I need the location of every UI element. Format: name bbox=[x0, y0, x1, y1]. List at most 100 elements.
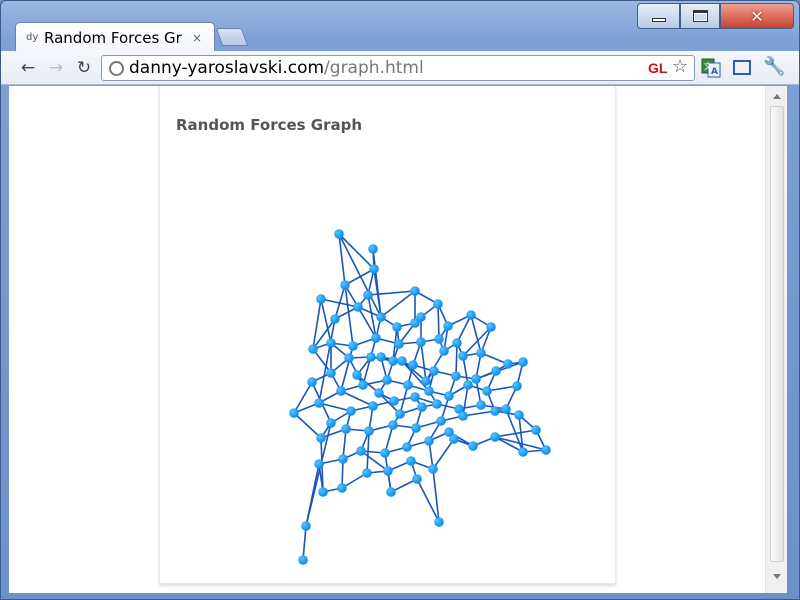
graph-node[interactable] bbox=[443, 321, 453, 331]
reload-icon[interactable]: ↻ bbox=[73, 57, 95, 79]
graph-node[interactable] bbox=[394, 339, 404, 349]
graph-node[interactable] bbox=[314, 398, 324, 408]
graph-node[interactable] bbox=[388, 420, 398, 430]
graph-node[interactable] bbox=[436, 416, 446, 426]
vertical-scrollbar[interactable] bbox=[765, 86, 787, 593]
graph-node[interactable] bbox=[326, 338, 336, 348]
graph-node[interactable] bbox=[336, 386, 346, 396]
graph-node[interactable] bbox=[341, 424, 351, 434]
graph-node[interactable] bbox=[368, 244, 378, 254]
graph-node[interactable] bbox=[364, 426, 374, 436]
graph-node[interactable] bbox=[452, 338, 462, 348]
graph-node[interactable] bbox=[518, 447, 528, 457]
graph-node[interactable] bbox=[346, 406, 356, 416]
graph-node[interactable] bbox=[362, 468, 372, 478]
graph-node[interactable] bbox=[490, 406, 500, 416]
graph-node[interactable] bbox=[330, 314, 340, 324]
graph-node[interactable] bbox=[451, 371, 461, 381]
graph-node[interactable] bbox=[410, 286, 420, 296]
address-bar[interactable]: danny-yaroslavski.com/graph.html GL ☆ bbox=[101, 55, 695, 81]
graph-node[interactable] bbox=[374, 388, 384, 398]
minimize-button[interactable] bbox=[637, 3, 680, 29]
graph-node[interactable] bbox=[433, 299, 443, 309]
graph-node[interactable] bbox=[491, 366, 501, 376]
graph-node[interactable] bbox=[326, 368, 336, 378]
graph-node[interactable] bbox=[428, 464, 438, 474]
graph-node[interactable] bbox=[458, 411, 468, 421]
tab-random-forces-graph[interactable]: dy Random Forces Gr × bbox=[15, 22, 215, 52]
graph-node[interactable] bbox=[369, 264, 379, 274]
graph-node[interactable] bbox=[395, 409, 405, 419]
graph-node[interactable] bbox=[421, 376, 431, 386]
graph-node[interactable] bbox=[316, 294, 326, 304]
graph-node[interactable] bbox=[411, 423, 421, 433]
graph-node[interactable] bbox=[289, 408, 299, 418]
force-graph[interactable] bbox=[9, 86, 765, 593]
graph-node[interactable] bbox=[518, 357, 528, 367]
graph-node[interactable] bbox=[503, 359, 513, 369]
scrollbar-thumb[interactable] bbox=[770, 106, 784, 562]
address-url[interactable]: danny-yaroslavski.com/graph.html bbox=[129, 58, 424, 78]
graph-node[interactable] bbox=[386, 487, 396, 497]
graph-node[interactable] bbox=[434, 334, 444, 344]
graph-node[interactable] bbox=[514, 410, 524, 420]
graph-node[interactable] bbox=[352, 370, 362, 380]
graph-node[interactable] bbox=[326, 418, 336, 428]
wrench-icon[interactable]: 🔧 bbox=[763, 56, 785, 77]
graph-node[interactable] bbox=[380, 448, 390, 458]
tab-close-icon[interactable]: × bbox=[192, 31, 202, 45]
graph-node[interactable] bbox=[458, 351, 468, 361]
graph-node[interactable] bbox=[412, 474, 422, 484]
graph-node[interactable] bbox=[353, 302, 363, 312]
graph-node[interactable] bbox=[389, 396, 399, 406]
graph-node[interactable] bbox=[501, 404, 511, 414]
graph-node[interactable] bbox=[314, 459, 324, 469]
graph-node[interactable] bbox=[486, 322, 496, 332]
graph-node[interactable] bbox=[376, 312, 386, 322]
graph-node[interactable] bbox=[376, 352, 386, 362]
graph-node[interactable] bbox=[490, 432, 500, 442]
graph-node[interactable] bbox=[363, 290, 373, 300]
graph-node[interactable] bbox=[403, 380, 413, 390]
graph-node[interactable] bbox=[406, 456, 416, 466]
graph-node[interactable] bbox=[371, 333, 381, 343]
scroll-down-arrow-icon[interactable] bbox=[773, 574, 781, 579]
graph-node[interactable] bbox=[338, 454, 348, 464]
graph-node[interactable] bbox=[408, 360, 418, 370]
graph-node[interactable] bbox=[471, 374, 481, 384]
fullscreen-icon[interactable] bbox=[733, 60, 751, 75]
graph-node[interactable] bbox=[356, 446, 366, 456]
graph-node[interactable] bbox=[476, 348, 486, 358]
graph-node[interactable] bbox=[366, 352, 376, 362]
graph-node[interactable] bbox=[410, 318, 420, 328]
graph-node[interactable] bbox=[463, 380, 473, 390]
scroll-up-arrow-icon[interactable] bbox=[773, 94, 781, 99]
graph-node[interactable] bbox=[444, 391, 454, 401]
graph-node[interactable] bbox=[318, 487, 328, 497]
graph-node[interactable] bbox=[402, 442, 412, 452]
graph-node[interactable] bbox=[307, 377, 317, 387]
graph-node[interactable] bbox=[449, 434, 459, 444]
translate-icon[interactable]: 文 A bbox=[701, 58, 721, 78]
graph-node[interactable] bbox=[348, 341, 358, 351]
gl-extension-icon[interactable]: GL bbox=[648, 60, 667, 76]
forward-arrow-icon[interactable]: → bbox=[45, 57, 67, 79]
graph-node[interactable] bbox=[434, 517, 444, 527]
graph-node[interactable] bbox=[308, 344, 318, 354]
graph-node[interactable] bbox=[512, 381, 522, 391]
new-tab-button[interactable] bbox=[215, 28, 249, 46]
graph-node[interactable] bbox=[424, 436, 434, 446]
graph-node[interactable] bbox=[334, 229, 344, 239]
graph-node[interactable] bbox=[468, 441, 478, 451]
graph-node[interactable] bbox=[416, 337, 426, 347]
graph-node[interactable] bbox=[397, 356, 407, 366]
graph-node[interactable] bbox=[382, 375, 392, 385]
graph-node[interactable] bbox=[410, 392, 420, 402]
back-arrow-icon[interactable]: ← bbox=[17, 57, 39, 79]
graph-node[interactable] bbox=[383, 466, 393, 476]
close-window-button[interactable]: ✕ bbox=[720, 3, 794, 29]
graph-node[interactable] bbox=[531, 425, 541, 435]
graph-node[interactable] bbox=[368, 401, 378, 411]
graph-node[interactable] bbox=[392, 322, 402, 332]
maximize-button[interactable] bbox=[680, 3, 720, 29]
